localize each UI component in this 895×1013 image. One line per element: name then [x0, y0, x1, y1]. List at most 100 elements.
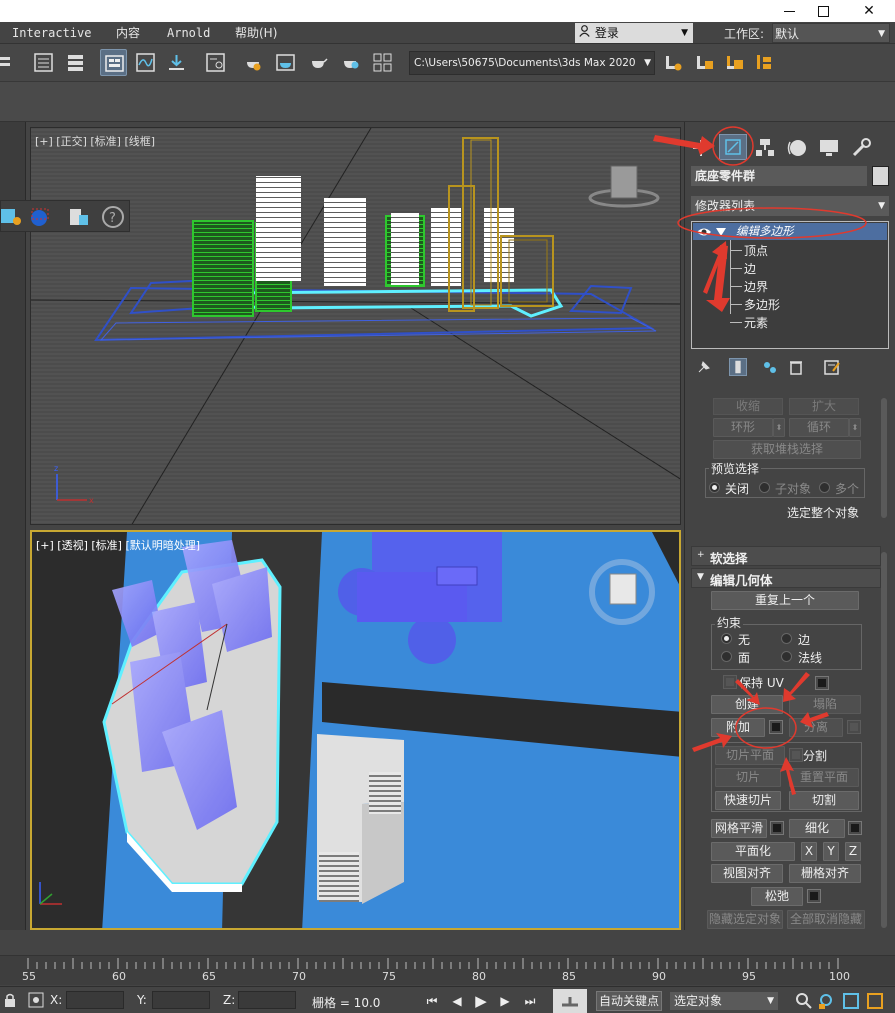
zoom-icon[interactable] — [795, 992, 813, 1010]
object-name-field[interactable]: 底座零件群 — [691, 166, 867, 186]
trash-icon[interactable] — [787, 358, 805, 376]
constraint-edge-radio[interactable] — [781, 633, 792, 644]
previous-frame-button[interactable]: ◀ — [447, 992, 467, 1010]
show-end-result-icon[interactable] — [729, 358, 747, 376]
slice-button[interactable]: 切片 — [715, 768, 781, 787]
preview-multi-radio[interactable] — [819, 482, 830, 493]
viewport-orthographic[interactable]: z x [+] [正交] [标准] [线框] — [30, 127, 681, 525]
make-planar-button[interactable]: 平面化 — [711, 842, 795, 861]
get-stack-selection-button[interactable]: 获取堆栈选择 — [713, 440, 861, 459]
absolute-mode-icon[interactable] — [28, 992, 44, 1008]
maximize-button[interactable] — [806, 0, 840, 22]
select-whole-object-label[interactable]: 选定整个对象 — [787, 504, 859, 521]
render-setup-button[interactable] — [272, 49, 299, 76]
detach-button[interactable]: 分离 — [789, 718, 843, 737]
ring-spinner[interactable]: ⬍ — [773, 418, 785, 437]
loop-spinner[interactable]: ⬍ — [849, 418, 861, 437]
panel-scrollbar[interactable] — [881, 552, 887, 928]
pin-icon[interactable] — [695, 358, 713, 376]
schematic-view-button[interactable] — [202, 49, 229, 76]
tab-utilities[interactable] — [847, 134, 875, 160]
tessellate-button[interactable]: 细化 — [789, 819, 845, 838]
reset-plane-button[interactable]: 重置平面 — [789, 768, 859, 787]
workspace-select[interactable]: 默认 ▼ — [772, 23, 890, 43]
play-button[interactable]: ▶ — [471, 992, 491, 1010]
go-to-start-button[interactable]: ⏮ — [422, 992, 442, 1010]
tab-modify[interactable] — [719, 134, 747, 160]
sub-object-border[interactable]: 边界 — [744, 278, 768, 295]
unhide-all-button[interactable]: 全部取消隐藏 — [787, 910, 865, 929]
zoom-all-icon[interactable] — [818, 992, 838, 1010]
clipboard-icon[interactable] — [67, 207, 89, 227]
sub-object-edge[interactable]: 边 — [744, 260, 756, 277]
y-coordinate-field[interactable] — [152, 991, 210, 1009]
project-open-button[interactable] — [691, 49, 718, 76]
split-checkbox[interactable] — [789, 748, 803, 762]
hide-selected-button[interactable]: 隐藏选定对象 — [707, 910, 783, 929]
constraint-normal-radio[interactable] — [781, 651, 792, 662]
timeline[interactable]: 55 60 65 70 75 80 85 90 95 100 — [0, 955, 895, 985]
menu-arnold[interactable]: Arnold — [167, 24, 210, 42]
zoom-extents-icon[interactable] — [842, 992, 862, 1010]
rollout-soft-selection[interactable]: + 软选择 — [691, 546, 881, 566]
modifier-list-dropdown[interactable]: 修改器列表 ▼ — [691, 196, 889, 216]
preview-off-radio[interactable] — [709, 482, 720, 493]
material-editor-button[interactable] — [240, 49, 267, 76]
meshsmooth-button[interactable]: 网格平滑 — [711, 819, 767, 838]
repeat-last-button[interactable]: 重复上一个 — [711, 591, 859, 610]
grow-button[interactable]: 扩大 — [789, 398, 859, 415]
viewport-label-perspective[interactable]: [+] [透视] [标准] [默认明暗处理] — [36, 537, 200, 553]
collapse-button[interactable]: 塌陷 — [789, 695, 861, 714]
curve-editor-button[interactable] — [132, 49, 159, 76]
planar-z-button[interactable]: Z — [845, 842, 861, 861]
project-path-dropdown[interactable]: C:\Users\50675\Documents\3ds Max 2020 ▼ — [409, 51, 655, 75]
z-coordinate-field[interactable] — [238, 991, 296, 1009]
viewport-perspective[interactable]: [+] [透视] [标准] [默认明暗处理] — [30, 530, 681, 930]
planar-x-button[interactable]: X — [801, 842, 817, 861]
tab-motion[interactable] — [783, 134, 811, 160]
create-button[interactable]: 创建 — [711, 695, 783, 714]
viewport-layout-button[interactable] — [369, 49, 396, 76]
project-save-button[interactable] — [721, 49, 748, 76]
minimize-button[interactable] — [772, 0, 806, 22]
viewport-layout-rail[interactable] — [0, 122, 26, 930]
menu-interactive[interactable]: Interactive — [12, 24, 91, 42]
shrink-button[interactable]: 收缩 — [713, 398, 783, 415]
login-dropdown[interactable]: 登录 ▼ — [575, 23, 693, 43]
cut-button[interactable]: 切割 — [789, 791, 859, 810]
render-active-button[interactable] — [337, 49, 364, 76]
constraint-face-radio[interactable] — [721, 651, 732, 662]
slice-plane-button[interactable]: 切片平面 — [715, 746, 785, 765]
meshsmooth-settings-button[interactable] — [770, 821, 784, 835]
eye-icon[interactable] — [696, 226, 712, 238]
tab-display[interactable] — [815, 134, 843, 160]
planar-y-button[interactable]: Y — [823, 842, 839, 861]
attach-list-button[interactable] — [769, 720, 783, 734]
set-key-icon[interactable] — [553, 989, 587, 1013]
object-color-swatch[interactable] — [872, 166, 889, 186]
sphere-icon[interactable] — [29, 207, 51, 227]
preserve-uv-checkbox[interactable] — [723, 675, 737, 689]
panel-scrollbar[interactable] — [881, 398, 887, 518]
close-button[interactable]: ✕ — [852, 0, 886, 22]
ring-button[interactable]: 环形 — [713, 418, 773, 437]
tessellate-settings-button[interactable] — [848, 821, 862, 835]
dope-sheet-button[interactable] — [163, 49, 190, 76]
make-unique-icon[interactable] — [761, 358, 779, 376]
go-to-end-button[interactable]: ⏭ — [520, 992, 540, 1010]
render-button[interactable] — [305, 49, 332, 76]
quickslice-button[interactable]: 快速切片 — [715, 791, 781, 810]
rollout-edit-geometry[interactable]: ▼ 编辑几何体 — [691, 568, 881, 588]
sub-object-polygon[interactable]: 多边形 — [744, 296, 780, 313]
menu-content[interactable]: 内容 — [116, 24, 140, 42]
snap-icon[interactable] — [1, 207, 23, 227]
configure-sets-icon[interactable] — [823, 358, 841, 376]
loop-button[interactable]: 循环 — [789, 418, 849, 437]
next-frame-button[interactable]: ▶ — [495, 992, 515, 1010]
preview-subobject-radio[interactable] — [759, 482, 770, 493]
scene-explorer-button[interactable] — [30, 49, 57, 76]
tab-create[interactable] — [687, 134, 715, 160]
project-tree-button[interactable] — [751, 49, 778, 76]
sub-object-vertex[interactable]: 顶点 — [744, 242, 768, 259]
constraint-none-radio[interactable] — [721, 633, 732, 644]
